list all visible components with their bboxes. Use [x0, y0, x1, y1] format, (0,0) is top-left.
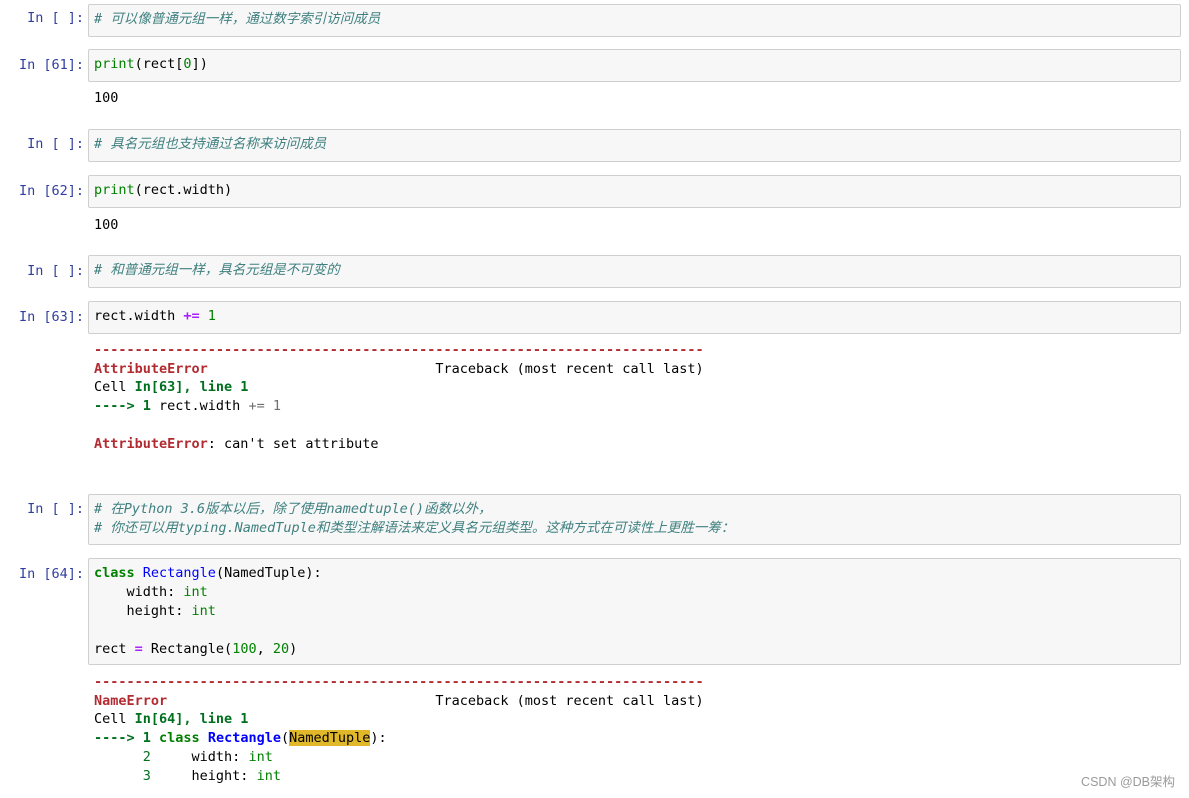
code-comment: # 可以像普通元组一样，通过数字索引访问成员 — [94, 11, 381, 27]
cell-prompt: In [ ]: — [27, 10, 84, 26]
cell-prompt: In [62]: — [18, 183, 84, 199]
code-input[interactable]: rect.width += 1 — [88, 301, 1181, 334]
code-comment: # 具名元组也支持通过名称来访问成员 — [94, 136, 327, 152]
cell-output: 100 — [94, 90, 119, 106]
cell-prompt: In [63]: — [18, 309, 84, 325]
cell-prompt: In [ ]: — [27, 501, 84, 517]
code-comment: # 和普通元组一样，具名元组是不可变的 — [94, 262, 340, 278]
code-input[interactable]: print(rect.width) — [88, 175, 1181, 208]
code-input[interactable]: # 具名元组也支持通过名称来访问成员 — [88, 129, 1181, 162]
code-input[interactable]: # 在Python 3.6版本以后，除了使用namedtuple()函数以外， … — [88, 494, 1181, 545]
watermark: CSDN @DB架构 — [1081, 775, 1175, 789]
code-input[interactable]: print(rect[0]) — [88, 49, 1181, 82]
cell-prompt: In [ ]: — [27, 136, 84, 152]
traceback-output: ----------------------------------------… — [94, 342, 704, 452]
cell-prompt: In [ ]: — [27, 263, 84, 279]
code-input[interactable]: # 和普通元组一样，具名元组是不可变的 — [88, 255, 1181, 288]
code-input[interactable]: # 可以像普通元组一样，通过数字索引访问成员 — [88, 4, 1181, 37]
code-input[interactable]: class Rectangle(NamedTuple): width: int … — [88, 558, 1181, 665]
code-comment: # 你还可以用typing.NamedTuple和类型注解语法来定义具名元组类型… — [94, 520, 735, 536]
code-comment: # 在Python 3.6版本以后，除了使用namedtuple()函数以外， — [94, 501, 492, 517]
cell-prompt: In [64]: — [18, 566, 84, 582]
cell-output: 100 — [94, 217, 119, 233]
traceback-output-2: ----------------------------------------… — [94, 674, 704, 784]
cell-prompt: In [61]: — [18, 57, 84, 73]
error-highlight: NamedTuple — [289, 730, 371, 747]
